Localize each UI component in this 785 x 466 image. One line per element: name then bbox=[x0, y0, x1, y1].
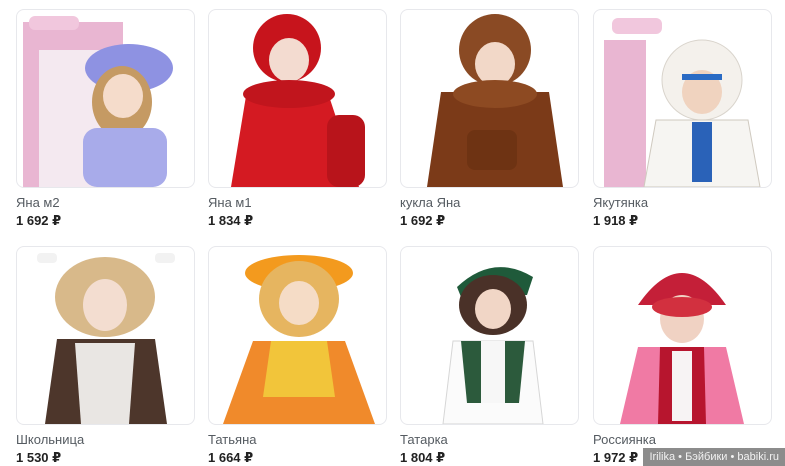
product-title[interactable]: Татарка bbox=[400, 432, 448, 447]
product-title[interactable]: Яна м2 bbox=[16, 195, 60, 210]
product-price: 1 664 ₽ bbox=[208, 450, 254, 465]
product-price: 1 530 ₽ bbox=[16, 450, 62, 465]
product-price: 1 918 ₽ bbox=[593, 213, 639, 228]
product-title[interactable]: Школьница bbox=[16, 432, 84, 447]
product-image[interactable] bbox=[400, 9, 579, 188]
product-price: 1 834 ₽ bbox=[208, 213, 254, 228]
product-price: 1 692 ₽ bbox=[400, 213, 446, 228]
product-image[interactable] bbox=[400, 246, 579, 425]
product-title[interactable]: Якутянка bbox=[593, 195, 648, 210]
product-title[interactable]: кукла Яна bbox=[400, 195, 460, 210]
product-title[interactable]: Татьяна bbox=[208, 432, 256, 447]
product-image[interactable] bbox=[593, 9, 772, 188]
product-image[interactable] bbox=[593, 246, 772, 425]
product-price: 1 692 ₽ bbox=[16, 213, 62, 228]
product-image[interactable] bbox=[208, 9, 387, 188]
product-price: 1 972 ₽ bbox=[593, 450, 639, 465]
product-title[interactable]: Россиянка bbox=[593, 432, 656, 447]
product-title[interactable]: Яна м1 bbox=[208, 195, 252, 210]
product-price: 1 804 ₽ bbox=[400, 450, 446, 465]
product-image[interactable] bbox=[16, 246, 195, 425]
watermark-text: Irilika • Бэйбики • babiki.ru bbox=[643, 448, 785, 466]
product-image[interactable] bbox=[16, 9, 195, 188]
product-image[interactable] bbox=[208, 246, 387, 425]
